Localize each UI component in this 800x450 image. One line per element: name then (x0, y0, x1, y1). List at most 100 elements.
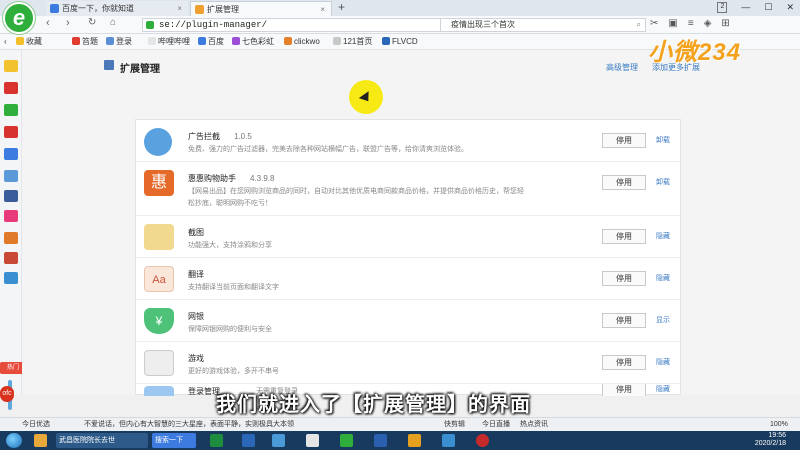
status-item[interactable]: 今日优选 (22, 418, 50, 431)
forward-icon[interactable]: › (66, 17, 70, 29)
game-icon[interactable]: ◈ (704, 18, 712, 29)
app-icon[interactable] (4, 272, 18, 284)
wps-icon[interactable] (374, 434, 387, 447)
disable-button[interactable]: 停用 (602, 271, 646, 286)
refresh-icon[interactable]: ↻ (88, 17, 96, 28)
bookmark-item[interactable]: 登录 (106, 34, 132, 50)
bookmark-collapse-icon[interactable]: ‹ (4, 34, 7, 50)
news-icon[interactable] (4, 126, 18, 138)
cloud-icon[interactable] (306, 434, 319, 447)
hide-link[interactable]: 隐藏 (656, 273, 670, 283)
video-icon[interactable] (4, 210, 18, 222)
hide-link[interactable]: 隐藏 (656, 384, 670, 394)
main-content: 扩展管理 高级管理 添加更多扩展 广告拦截 1.0.5 免费、强力的广告过滤器，完… (22, 50, 800, 396)
bookmark-item[interactable]: 收藏 (16, 34, 42, 50)
bookmark-icon (232, 37, 240, 45)
back-icon[interactable]: ‹ (46, 17, 50, 29)
browser-logo-icon[interactable]: e (3, 2, 35, 34)
tab-extension-manager[interactable]: 扩展管理 × (190, 1, 332, 16)
chrome-icon[interactable] (408, 434, 421, 447)
mail-icon[interactable] (4, 104, 18, 116)
extension-row: 惠 惠惠购物助手 4.3.9.8 【网易出品】在您网购浏览商品的同时，自动对比其他… (136, 162, 680, 216)
disable-button[interactable]: 停用 (602, 229, 646, 244)
bookmark-icon (198, 37, 206, 45)
extension-desc: 支持翻译当前页面和翻译文字 (188, 284, 279, 291)
bookmark-icon (72, 37, 80, 45)
bookmark-item[interactable]: 哔哩哔哩 (148, 34, 190, 50)
home-icon[interactable]: ⌂ (110, 17, 116, 28)
disable-button[interactable]: 停用 (602, 384, 646, 396)
page-title: 扩展管理 (120, 64, 160, 75)
record-icon[interactable] (476, 434, 489, 447)
screenshot-icon (144, 224, 174, 250)
game-icon[interactable] (4, 232, 18, 244)
grid-icon[interactable]: ⊞ (721, 18, 729, 29)
browser-icon[interactable] (340, 434, 353, 447)
search-icon[interactable]: ⌕ (637, 19, 641, 31)
status-item[interactable]: 快剪辑 (444, 418, 465, 431)
start-icon[interactable] (6, 433, 22, 448)
minimize-button[interactable]: — (741, 2, 750, 13)
sidebar-badge[interactable]: ofc (0, 386, 14, 402)
maximize-button[interactable]: ☐ (764, 2, 772, 13)
chat-icon[interactable] (4, 170, 18, 182)
doc-icon[interactable] (4, 190, 18, 202)
status-item[interactable]: 热点资讯 (520, 418, 548, 431)
extension-name: 广告拦截 (188, 132, 220, 141)
taskbar-item-search[interactable]: 搜索一下 (152, 433, 196, 448)
bookmark-icon (333, 37, 341, 45)
tab-count-badge[interactable]: 2 (717, 2, 728, 13)
advanced-manage-link[interactable]: 高级管理 (606, 62, 638, 73)
extension-desc: 更好的游戏体验，多开不串号 (188, 368, 279, 375)
word-icon[interactable] (242, 434, 255, 447)
bookmark-item[interactable]: 121首页 (333, 34, 372, 50)
show-link[interactable]: 显示 (656, 315, 670, 325)
bookmark-icon (284, 37, 292, 45)
ad-block-icon (144, 128, 172, 156)
app-icon[interactable] (442, 434, 455, 447)
favorites-icon[interactable] (4, 60, 18, 72)
hide-link[interactable]: 隐藏 (656, 231, 670, 241)
bookmark-item[interactable]: FLVCD (382, 34, 418, 50)
close-window-button[interactable]: ✕ (786, 2, 794, 13)
bookmark-item[interactable]: 百度 (198, 34, 224, 50)
news-ticker[interactable]: 不爱说话，但内心有大智慧的三大星座，表面平静，实则极具大本领 (84, 418, 294, 431)
url-input[interactable]: se://plugin-manager/ (142, 18, 447, 32)
bookmark-icon (382, 37, 390, 45)
clock[interactable]: 19:56 2020/2/18 (755, 432, 786, 448)
notes-icon[interactable] (4, 148, 18, 160)
search-input[interactable]: 疫情出现三个首次 ⌕ (440, 18, 646, 32)
extension-favicon-icon (195, 5, 204, 14)
excel-icon[interactable] (210, 434, 223, 447)
tab-baidu[interactable]: 百度一下，你就知道 × (46, 1, 188, 16)
translate-icon: Aa (144, 266, 174, 292)
bookmark-item[interactable]: clickwo (284, 34, 320, 50)
app-icon[interactable] (4, 252, 18, 264)
taskbar-item-browser[interactable]: 武昌医院院长去世 (56, 433, 148, 448)
new-tab-button[interactable]: + (338, 0, 345, 15)
status-item[interactable]: 今日直播 (482, 418, 510, 431)
sidebar (0, 50, 22, 410)
gift-icon[interactable]: ▣ (668, 18, 677, 29)
close-icon[interactable]: × (177, 1, 182, 16)
login-key-icon (144, 386, 174, 396)
app-icon[interactable] (272, 434, 285, 447)
menu-icon[interactable]: ≡ (688, 18, 694, 29)
zoom-level[interactable]: 100% (770, 418, 788, 431)
search-text: 疫情出现三个首次 (451, 20, 515, 29)
disable-button[interactable]: 停用 (602, 133, 646, 148)
close-icon[interactable]: × (320, 2, 325, 17)
extension-icon[interactable]: ✂ (650, 18, 658, 29)
folder-icon[interactable] (34, 434, 47, 447)
uninstall-link[interactable]: 卸载 (656, 135, 670, 145)
hide-link[interactable]: 隐藏 (656, 357, 670, 367)
disable-button[interactable]: 停用 (602, 355, 646, 370)
clock-date: 2020/2/18 (754, 440, 786, 447)
uninstall-link[interactable]: 卸载 (656, 177, 670, 187)
weibo-icon[interactable] (4, 82, 18, 94)
bookmark-item[interactable]: 笞题 (72, 34, 98, 50)
disable-button[interactable]: 停用 (602, 313, 646, 328)
bookmark-item[interactable]: 七色彩虹 (232, 34, 274, 50)
extension-row: ¥ 网银 保障网银网购的便利与安全 停用 显示 (136, 300, 680, 342)
disable-button[interactable]: 停用 (602, 175, 646, 190)
